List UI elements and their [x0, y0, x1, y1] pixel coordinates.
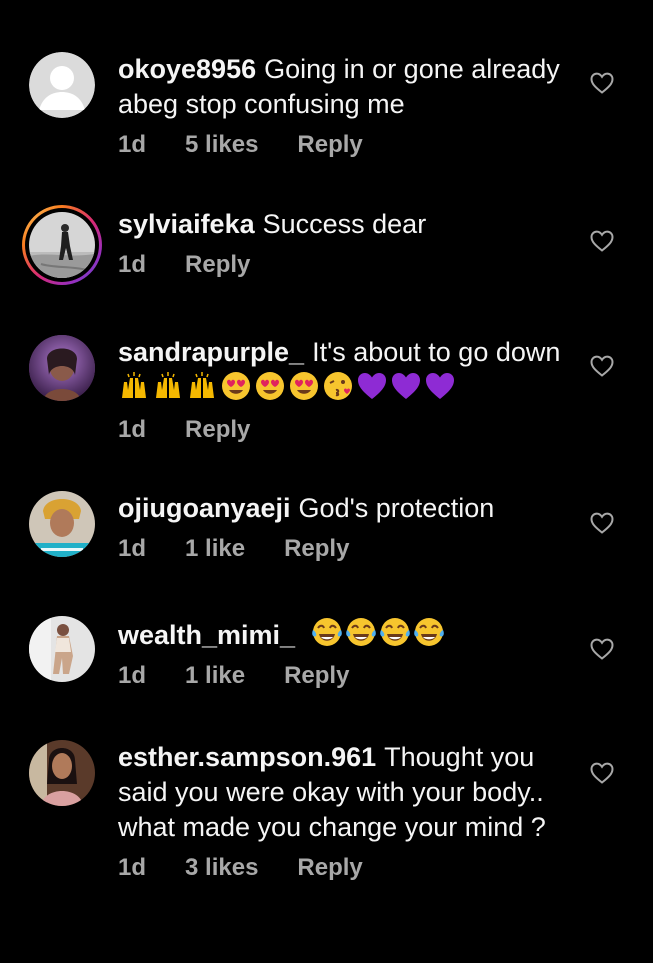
avatar[interactable]	[29, 740, 95, 806]
raising-hands-icon	[156, 372, 180, 398]
kissing-face-icon	[324, 372, 352, 400]
comment-time: 1d	[118, 535, 147, 562]
reply-button[interactable]: Reply	[185, 415, 250, 445]
reply-button[interactable]: Reply	[185, 250, 250, 280]
raising-hands-icon	[122, 372, 146, 398]
comment-username[interactable]: esther.sampson.961	[118, 742, 376, 772]
default-avatar-icon	[29, 52, 95, 118]
comment-body: It's about to go down	[312, 337, 561, 367]
heart-eyes-icon	[222, 372, 250, 400]
heart-outline-icon[interactable]	[590, 355, 614, 377]
comment-meta: 1d 1 like Reply	[118, 661, 568, 691]
comment-username[interactable]: wealth_mimi_	[118, 620, 295, 650]
reply-button[interactable]: Reply	[297, 853, 362, 883]
comment-meta: 1d 5 likes Reply	[118, 130, 568, 160]
comment-body: Success dear	[262, 209, 427, 239]
avatar[interactable]	[29, 491, 95, 557]
comment-text: wealth_mimi_	[118, 616, 568, 653]
comment-username[interactable]: sylviaifeka	[118, 209, 255, 239]
comment-likes[interactable]: 1 like	[185, 661, 245, 691]
comment-text: ojiugoanyaeji God's protection	[118, 491, 568, 526]
reply-button[interactable]: Reply	[284, 534, 349, 564]
comment-meta: 1d 1 like Reply	[118, 534, 568, 564]
comment-time: 1d	[118, 854, 147, 881]
heart-outline-icon[interactable]	[590, 638, 614, 660]
purple-heart-icon	[358, 373, 386, 399]
reply-button[interactable]: Reply	[284, 661, 349, 691]
tears-of-joy-icon	[379, 618, 410, 646]
comment-text: sandrapurple_ It's about to go down	[118, 335, 568, 407]
comment-text: esther.sampson.961 Thought you said you w…	[118, 740, 568, 845]
comment-likes[interactable]: 5 likes	[185, 130, 258, 160]
tears-of-joy-icon	[413, 618, 444, 646]
avatar-photo	[29, 335, 95, 401]
tears-of-joy-icon	[345, 618, 376, 646]
comment-time: 1d	[118, 416, 147, 443]
comment-body: God's protection	[298, 493, 495, 523]
avatar[interactable]	[29, 52, 95, 118]
comment-username[interactable]: ojiugoanyaeji	[118, 493, 291, 523]
heart-eyes-icon	[290, 372, 318, 400]
comment-meta: 1d 3 likes Reply	[118, 853, 568, 883]
heart-eyes-icon	[256, 372, 284, 400]
emoji-strip	[118, 370, 456, 402]
avatar[interactable]	[29, 335, 95, 401]
purple-heart-icon	[392, 373, 420, 399]
comment-time: 1d	[118, 251, 147, 278]
heart-outline-icon[interactable]	[590, 762, 614, 784]
comment-time: 1d	[118, 131, 147, 158]
heart-outline-icon[interactable]	[590, 512, 614, 534]
avatar[interactable]	[22, 205, 102, 285]
comment-meta: 1d Reply	[118, 415, 568, 445]
heart-outline-icon[interactable]	[590, 72, 614, 94]
comment-text: okoye8956 Going in or gone already abeg s…	[118, 52, 568, 122]
avatar-photo	[29, 491, 95, 557]
tears-of-joy-icon	[311, 618, 342, 646]
comment-username[interactable]: okoye8956	[118, 54, 256, 84]
avatar-photo	[29, 616, 95, 682]
comment-username[interactable]: sandrapurple_	[118, 337, 304, 367]
raising-hands-icon	[190, 372, 214, 398]
reply-button[interactable]: Reply	[297, 130, 362, 160]
comment-text: sylviaifeka Success dear	[118, 207, 568, 242]
comment-meta: 1d Reply	[118, 250, 568, 280]
heart-outline-icon[interactable]	[590, 230, 614, 252]
comment-time: 1d	[118, 662, 147, 689]
purple-heart-icon	[426, 373, 454, 399]
emoji-strip	[311, 616, 445, 648]
comment-likes[interactable]: 1 like	[185, 534, 245, 564]
comment-likes[interactable]: 3 likes	[185, 853, 258, 883]
avatar-photo	[29, 740, 95, 806]
avatar-photo	[29, 212, 95, 278]
avatar[interactable]	[29, 616, 95, 682]
